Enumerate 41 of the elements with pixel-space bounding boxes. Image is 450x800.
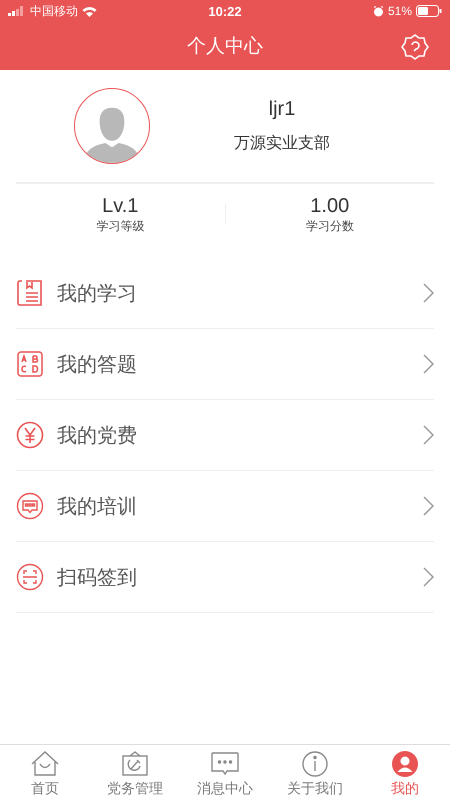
chevron-icon (422, 567, 434, 587)
page-title: 个人中心 (187, 35, 263, 59)
yen-icon (16, 421, 44, 449)
user-avatar[interactable] (74, 88, 150, 164)
framed-emblem-icon (121, 751, 149, 777)
chevron-icon (422, 425, 434, 445)
stat-label: 学习等级 (96, 218, 144, 234)
quiz-card-icon (16, 350, 44, 378)
menu-item[interactable]: 我的答题 (16, 329, 434, 400)
signal-icon (8, 6, 26, 16)
menu-item[interactable]: 我的学习 (16, 258, 434, 329)
wifi-icon (82, 6, 97, 16)
stat-label: 学习分数 (306, 218, 354, 234)
tab-item[interactable]: 首页 (0, 745, 90, 800)
menu-item[interactable]: 我的培训 (16, 471, 434, 542)
user-icon (392, 751, 418, 777)
alarm-icon (372, 6, 384, 16)
chevron-icon (422, 283, 434, 303)
username: ljr1 (268, 98, 296, 121)
chat-icon (16, 492, 44, 520)
menu-item[interactable]: 我的党费 (16, 400, 434, 471)
battery-icon (416, 5, 442, 17)
tab-item[interactable]: 我的 (360, 745, 450, 800)
battery-percent: 51% (388, 4, 412, 18)
tab-item[interactable]: 消息中心 (180, 745, 270, 800)
stat-value: 1.00 (310, 194, 350, 218)
clock-time: 10:22 (208, 4, 242, 18)
tab-item[interactable]: 关于我们 (270, 745, 360, 800)
house-icon (30, 751, 60, 777)
scan-icon (16, 563, 44, 591)
settings-button[interactable] (400, 32, 430, 62)
book-icon (16, 279, 44, 307)
menu-item[interactable]: 扫码签到 (16, 542, 434, 613)
info-icon (302, 751, 328, 777)
stat-value: Lv.1 (102, 194, 138, 218)
carrier-name: 中国移动 (30, 2, 78, 20)
chevron-icon (422, 354, 434, 374)
chat-bubble-icon (210, 751, 240, 777)
chevron-icon (422, 496, 434, 516)
tab-item[interactable]: 党务管理 (90, 745, 180, 800)
branch-name: 万源实业支部 (234, 134, 330, 154)
